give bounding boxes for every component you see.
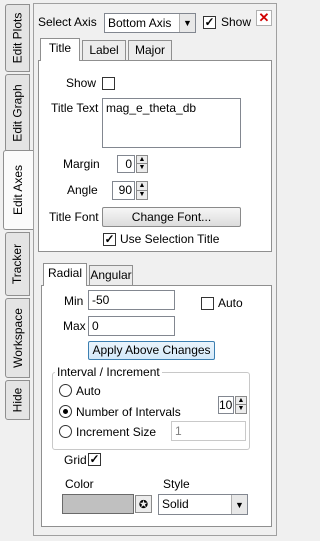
side-tab-label: Edit Axes [11,164,26,216]
num-intervals-stepper[interactable]: ▲ ▼ [235,396,247,414]
change-font-button-label: Change Font... [131,210,212,224]
margin-stepper[interactable]: ▲ ▼ [136,155,148,173]
side-tab-edit-plots[interactable]: Edit Plots [5,4,30,72]
radial-tab-panel: Min -50 Auto Max 0 Apply Above Changes I… [41,285,272,527]
margin-input[interactable]: 0 [117,155,135,173]
tab-radial-label: Radial [47,266,83,280]
radio-number-of-intervals[interactable] [59,405,72,418]
axis-show-label: Show [221,15,252,29]
min-label: Min [64,294,84,308]
radio-increment-size-label: Increment Size [76,425,157,439]
select-axis-label: Select Axis [38,15,97,29]
max-input[interactable]: 0 [88,316,175,336]
apply-changes-button[interactable]: Apply Above Changes [88,341,215,360]
side-tab-hide[interactable]: Hide [5,380,30,420]
chevron-down-icon: ▼ [231,495,247,514]
increment-size-value: 1 [175,424,182,438]
radio-number-of-intervals-label: Number of Intervals [76,405,181,419]
grid-color-swatch[interactable] [62,494,134,514]
palette-icon[interactable]: ✪ [135,495,152,513]
grid-style-value: Solid [162,497,189,511]
auto-range-label: Auto [218,296,243,310]
interval-group-label: Interval / Increment [55,365,162,379]
edit-axes-panel: Select Axis Bottom Axis ▼ ✓ Show ✕ Title… [33,3,277,536]
chevron-down-icon: ▼ [179,14,195,32]
side-tab-label: Edit Plots [10,12,25,64]
title-show-label: Show [66,76,97,90]
side-tab-label: Edit Graph [10,84,25,142]
radio-interval-auto[interactable] [59,384,72,397]
tab-major[interactable]: Major [128,40,172,61]
angle-stepper[interactable]: ▲ ▼ [136,181,148,200]
margin-label: Margin [63,157,100,171]
side-tab-label: Tracker [10,243,25,285]
grid-style-label: Style [163,477,190,491]
side-tab-edit-graph[interactable]: Edit Graph [5,74,30,152]
tab-radial[interactable]: Radial [43,263,87,286]
change-font-button[interactable]: Change Font... [102,207,241,227]
title-text-field[interactable]: mag_e_theta_db [102,98,241,148]
select-axis-value: Bottom Axis [108,16,172,30]
spin-up-icon[interactable]: ▲ [137,156,147,164]
num-intervals-input[interactable]: 10 [218,396,234,414]
side-tab-edit-axes[interactable]: Edit Axes [3,150,33,230]
radio-increment-size[interactable] [59,425,72,438]
grid-style-dropdown[interactable]: Solid ▼ [158,494,248,515]
margin-value: 0 [125,157,132,171]
title-show-checkbox[interactable] [102,77,115,90]
angle-value: 90 [118,183,132,197]
auto-range-checkbox[interactable] [201,297,214,310]
tab-major-label: Major [134,43,165,57]
tab-title[interactable]: Title [40,38,80,61]
tab-label[interactable]: Label [82,40,126,61]
angle-label: Angle [67,183,98,197]
tab-label-label: Label [89,43,119,57]
tab-title-label: Title [48,41,72,55]
radio-interval-auto-label: Auto [76,384,101,398]
axis-show-checkbox[interactable]: ✓ [203,16,216,29]
close-icon[interactable]: ✕ [256,10,272,26]
side-tab-strip: Edit Plots Edit Graph Edit Axes Tracker … [0,0,33,541]
angle-input[interactable]: 90 [112,181,135,200]
spin-up-icon[interactable]: ▲ [236,397,246,405]
increment-size-input[interactable]: 1 [171,421,246,441]
max-label: Max [63,319,86,333]
use-selection-title-checkbox[interactable]: ✓ [103,233,116,246]
side-tab-tracker[interactable]: Tracker [5,232,30,296]
spin-down-icon[interactable]: ▼ [137,164,147,172]
use-selection-title-label: Use Selection Title [120,232,220,246]
grid-label: Grid [64,453,87,467]
apply-changes-button-label: Apply Above Changes [92,343,211,357]
select-axis-dropdown[interactable]: Bottom Axis ▼ [104,13,196,33]
min-input[interactable]: -50 [88,290,175,310]
title-text-label: Title Text [51,101,99,115]
grid-checkbox[interactable]: ✓ [88,453,101,466]
grid-color-label: Color [65,477,94,491]
spin-up-icon[interactable]: ▲ [137,182,147,191]
title-font-label: Title Font [49,210,99,224]
side-tab-label: Hide [10,387,25,413]
spin-down-icon[interactable]: ▼ [236,405,246,413]
title-text-value: mag_e_theta_db [106,101,197,115]
num-intervals-value: 10 [219,398,233,412]
spin-down-icon[interactable]: ▼ [137,191,147,200]
side-tab-label: Workspace [10,308,25,368]
side-tab-workspace[interactable]: Workspace [5,298,30,378]
title-tab-panel: Show Title Text mag_e_theta_db Margin 0 … [38,60,272,252]
tab-angular[interactable]: Angular [89,265,133,286]
max-value: 0 [92,319,99,333]
min-value: -50 [92,293,110,307]
tab-angular-label: Angular [90,268,132,282]
